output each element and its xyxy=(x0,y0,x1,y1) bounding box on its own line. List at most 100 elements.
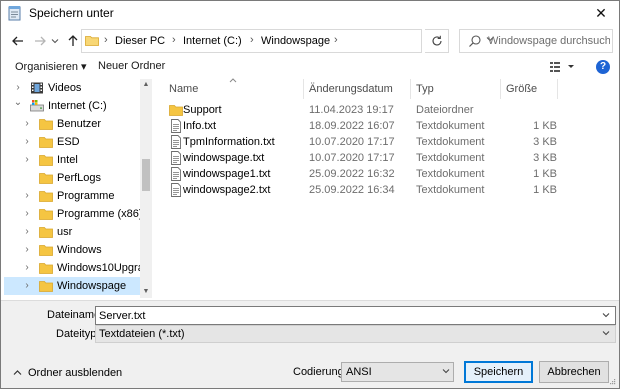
file-row[interactable]: Info.txt 18.09.2022 16:07 Textdokument 1 KB xyxy=(159,118,613,134)
file-type: Textdokument xyxy=(416,152,485,164)
chevron-down-icon xyxy=(602,313,610,318)
nav-item[interactable]: › Windows10Upgrade xyxy=(4,259,140,277)
file-row[interactable]: TpmInformation.txt 10.07.2020 17:17 Textdo… xyxy=(159,134,613,150)
chevron-up-icon xyxy=(13,370,22,375)
chevron-right-icon[interactable]: › xyxy=(13,82,23,93)
column-divider[interactable] xyxy=(410,79,411,99)
forward-button[interactable] xyxy=(31,32,49,50)
scroll-down-arrow-icon[interactable]: ▼ xyxy=(140,286,152,298)
file-name: TpmInformation.txt xyxy=(183,136,275,148)
breadcrumb-separator[interactable]: › xyxy=(172,34,176,46)
nav-item[interactable]: › ESD xyxy=(4,133,140,151)
chevron-down-icon[interactable]: ⌄ xyxy=(13,97,23,108)
close-button[interactable]: ✕ xyxy=(587,1,615,25)
filetype-select[interactable]: Textdateien (*.txt) xyxy=(95,325,616,343)
text-file-icon xyxy=(169,183,183,197)
column-header-type[interactable]: Typ xyxy=(416,83,434,95)
nav-item[interactable]: › Programme (x86) xyxy=(4,205,140,223)
nav-item[interactable]: › Intel xyxy=(4,151,140,169)
filetype-label: Dateityp: xyxy=(56,328,100,340)
up-button[interactable] xyxy=(64,32,82,50)
folder-icon xyxy=(39,261,53,275)
column-divider[interactable] xyxy=(303,79,304,99)
breadcrumb-separator[interactable]: › xyxy=(334,34,338,46)
cancel-button[interactable]: Abbrechen xyxy=(539,361,609,383)
nav-item[interactable]: PerfLogs xyxy=(4,169,140,187)
chevron-right-icon[interactable]: › xyxy=(22,190,32,201)
file-name: Info.txt xyxy=(183,120,217,132)
chevron-right-icon[interactable]: › xyxy=(22,154,32,165)
file-size: 3 KB xyxy=(533,136,557,148)
back-button[interactable] xyxy=(9,32,27,50)
breadcrumb-windowspage[interactable]: Windowspage xyxy=(261,35,330,47)
encoding-select[interactable]: ANSI xyxy=(341,362,454,382)
command-bar: Organisieren ▾ Neuer Ordner ? xyxy=(1,57,619,77)
nav-item[interactable]: › Programme xyxy=(4,187,140,205)
filetype-dropdown-button[interactable] xyxy=(599,326,613,343)
notepad-icon xyxy=(8,6,21,21)
filename-input[interactable] xyxy=(99,309,589,323)
search-input[interactable] xyxy=(488,33,610,49)
scrollbar-thumb[interactable] xyxy=(142,159,150,191)
breadcrumb-separator[interactable]: › xyxy=(250,34,254,46)
file-date: 11.04.2023 19:17 xyxy=(309,104,394,116)
hide-folders-button[interactable]: Ordner ausblenden xyxy=(13,367,122,379)
breadcrumb-drive-c[interactable]: Internet (C:) xyxy=(183,35,242,47)
column-divider[interactable] xyxy=(500,79,501,99)
new-folder-button[interactable]: Neuer Ordner xyxy=(98,60,165,72)
file-type: Textdokument xyxy=(416,136,485,148)
file-row[interactable]: Support 11.04.2023 19:17 Dateiordner xyxy=(159,102,613,118)
chevron-right-icon[interactable]: › xyxy=(22,280,32,291)
filename-dropdown-button[interactable] xyxy=(599,308,613,324)
chevron-right-icon[interactable]: › xyxy=(22,136,32,147)
file-date: 10.07.2020 17:17 xyxy=(309,136,395,148)
chevron-right-icon[interactable]: › xyxy=(22,244,32,255)
filename-combobox[interactable] xyxy=(95,306,616,325)
file-name: Support xyxy=(183,104,222,116)
organize-menu-button[interactable]: Organisieren ▾ xyxy=(15,60,87,73)
filetype-value: Textdateien (*.txt) xyxy=(99,328,185,340)
nav-item-label: Windows10Upgrade xyxy=(57,262,140,274)
file-list: Name Änderungsdatum Typ Größe Support 11.… xyxy=(159,78,613,299)
chevron-right-icon[interactable]: › xyxy=(22,118,32,129)
file-row[interactable]: windowspage1.txt 25.09.2022 16:32 Textdoku… xyxy=(159,166,613,182)
refresh-button[interactable] xyxy=(425,29,449,53)
save-button[interactable]: Speichern xyxy=(464,361,533,383)
folder-icon xyxy=(39,153,53,167)
nav-item[interactable]: › Windows xyxy=(4,241,140,259)
file-name: windowspage1.txt xyxy=(183,168,271,180)
help-button[interactable]: ? xyxy=(596,60,610,74)
navigation-scrollbar[interactable]: ▲ ▼ xyxy=(140,79,152,298)
nav-item[interactable]: › Windowspage xyxy=(4,277,140,295)
text-file-icon xyxy=(169,151,183,165)
view-options-button[interactable] xyxy=(548,59,578,75)
search-box[interactable] xyxy=(459,29,613,53)
file-size: 3 KB xyxy=(533,152,557,164)
folder-icon xyxy=(39,135,53,149)
chevron-right-icon[interactable]: › xyxy=(22,262,32,273)
resize-grip-icon[interactable] xyxy=(608,377,616,385)
file-type: Textdokument xyxy=(416,168,485,180)
nav-item[interactable]: › usr xyxy=(4,223,140,241)
column-header-size[interactable]: Größe xyxy=(506,83,537,95)
address-bar[interactable]: › Dieser PC › Internet (C:) › Windowspag… xyxy=(81,29,494,53)
column-header-date[interactable]: Änderungsdatum xyxy=(309,83,393,95)
file-row[interactable]: windowspage.txt 10.07.2020 17:17 Textdokum… xyxy=(159,150,613,166)
chevron-right-icon[interactable]: › xyxy=(22,226,32,237)
column-header-name[interactable]: Name xyxy=(169,83,198,95)
encoding-dropdown-button[interactable] xyxy=(442,363,450,382)
text-file-icon xyxy=(169,167,183,181)
nav-item[interactable]: › Benutzer xyxy=(4,115,140,133)
scroll-up-arrow-icon[interactable]: ▲ xyxy=(140,79,152,91)
column-divider[interactable] xyxy=(557,79,558,99)
folder-icon xyxy=(169,103,183,117)
breadcrumb-this-pc[interactable]: Dieser PC xyxy=(115,35,165,47)
chevron-right-icon[interactable]: › xyxy=(22,208,32,219)
nav-item[interactable]: ⌄ Internet (C:) xyxy=(4,97,140,115)
text-file-icon xyxy=(169,135,183,149)
recent-locations-button[interactable] xyxy=(50,32,60,50)
file-type: Textdokument xyxy=(416,184,485,196)
help-icon: ? xyxy=(599,61,607,72)
nav-item[interactable]: › Videos xyxy=(4,79,140,97)
file-row[interactable]: windowspage2.txt 25.09.2022 16:34 Textdoku… xyxy=(159,182,613,198)
